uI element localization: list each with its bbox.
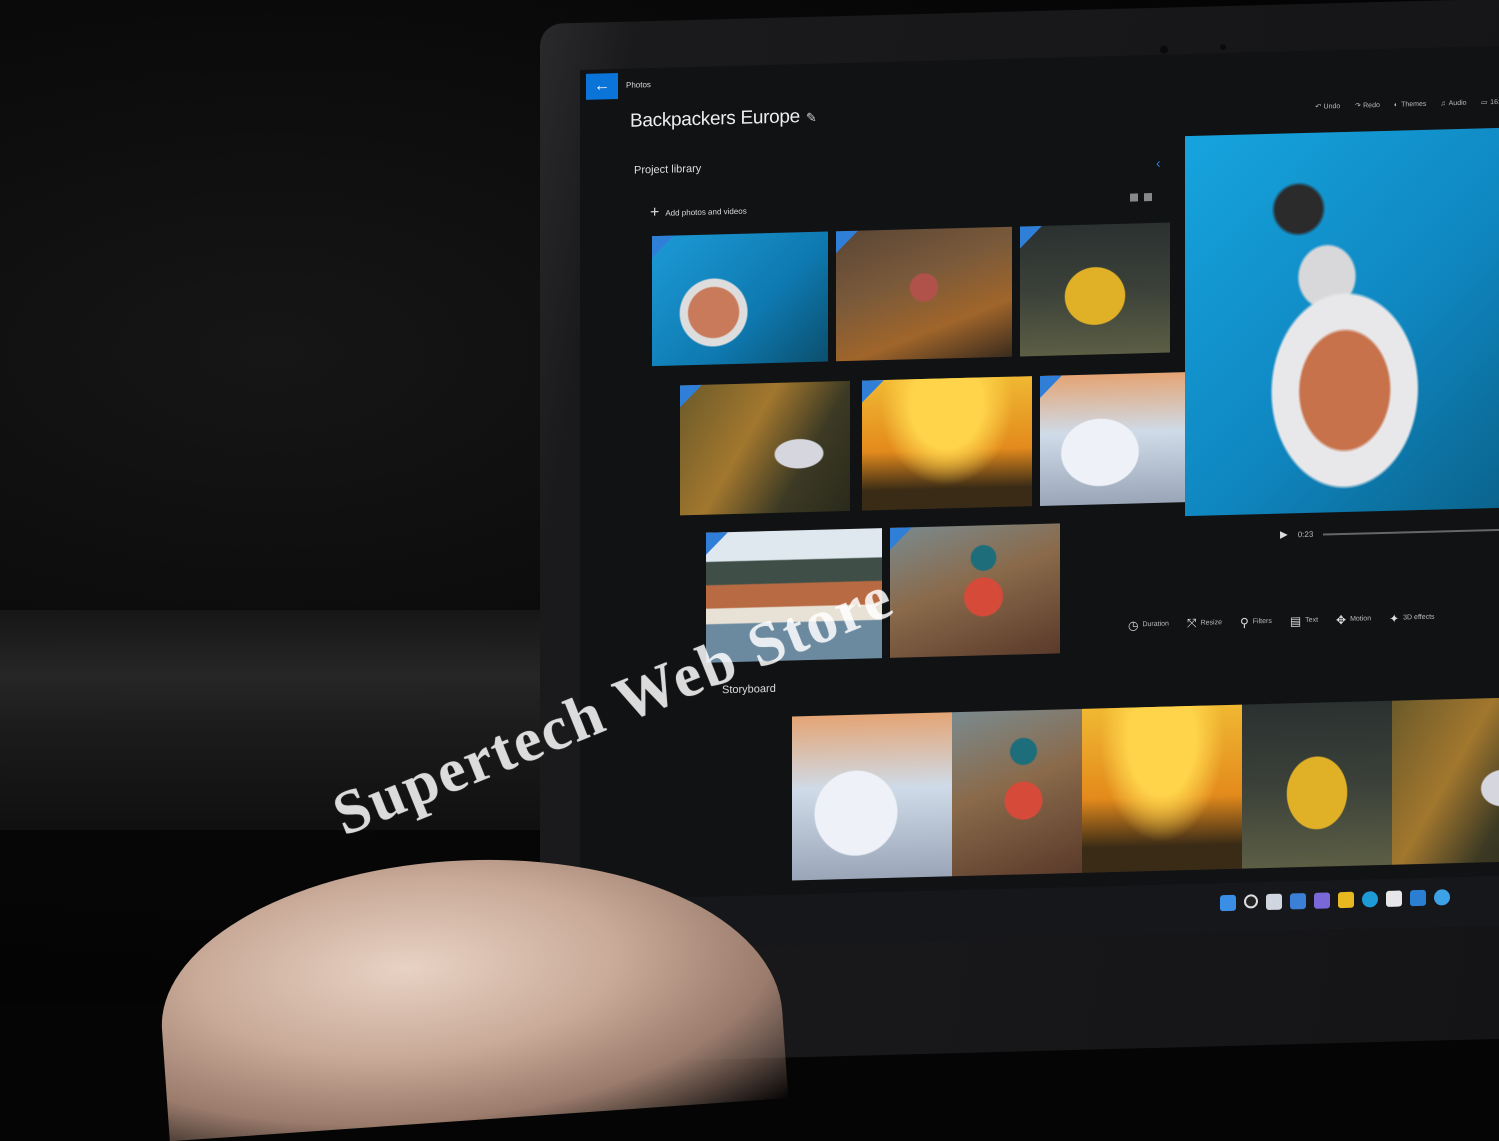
webcam-dot [1160, 45, 1168, 54]
project-title[interactable]: Backpackers Europe ✎ [630, 106, 817, 133]
undo-button[interactable]: ↶ Undo [1315, 102, 1341, 111]
storyboard-clip-forest[interactable] [1392, 696, 1499, 865]
sensor-dot [1220, 44, 1226, 51]
selected-corner [652, 235, 674, 259]
scrubber-track[interactable] [1323, 527, 1499, 536]
clock-icon: ◷ [1128, 617, 1139, 633]
plus-icon: + [650, 203, 660, 222]
motion-icon: ✥ [1336, 612, 1347, 627]
storyboard-clip-hiker[interactable] [952, 708, 1082, 877]
search-icon[interactable] [1244, 894, 1258, 909]
selected-corner [836, 230, 858, 254]
palette-icon: ◐ [1393, 101, 1399, 109]
library-photo-hiker[interactable] [890, 523, 1060, 658]
storyboard-clip-sunset[interactable] [1082, 704, 1242, 873]
selected-corner [1040, 375, 1062, 398]
start-icon[interactable] [1220, 894, 1236, 912]
redo-button[interactable]: ↷ Redo [1354, 101, 1380, 110]
resize-icon: ⤧ [1186, 615, 1197, 631]
selected-corner [706, 532, 728, 555]
selected-corner [680, 384, 702, 408]
3d-effects-button[interactable]: ✦ 3D effects [1389, 610, 1434, 626]
video-preview[interactable] [1185, 126, 1499, 517]
file-explorer-icon[interactable] [1338, 891, 1354, 909]
redo-icon: ↷ [1354, 102, 1361, 110]
aspect-ratio-button[interactable]: ▭16:9 Landscape [1480, 97, 1499, 107]
resize-button[interactable]: ⤧ Resize [1187, 615, 1222, 631]
library-photo-house[interactable] [836, 226, 1012, 362]
effects-icon: ✦ [1389, 611, 1400, 626]
store-icon[interactable] [1386, 890, 1402, 907]
undo-icon: ↶ [1314, 103, 1321, 111]
add-photos-label: Add photos and videos [665, 206, 747, 218]
storyboard-toolbar: ◷ Duration ⤧ Resize ⚲ Filters ▤ Text ✥ Motion… [1128, 610, 1435, 633]
list-view-icon[interactable] [1130, 193, 1138, 202]
audio-icon: ♫ [1440, 99, 1446, 107]
mail-icon[interactable] [1410, 889, 1426, 907]
filters-button[interactable]: ⚲ Filters [1240, 614, 1272, 630]
project-library-title: Project library [634, 162, 702, 177]
widgets-icon[interactable] [1290, 892, 1306, 910]
photos-app-icon[interactable] [1434, 889, 1450, 906]
task-view-icon[interactable] [1266, 893, 1282, 911]
arrow-left-icon: ← [594, 77, 610, 95]
selected-corner [1020, 225, 1042, 249]
app-name: Photos [626, 80, 651, 90]
chevron-left-icon[interactable]: ‹ [1156, 155, 1161, 171]
text-button[interactable]: ▤ Text [1290, 613, 1318, 629]
storyboard-strip [792, 696, 1499, 881]
text-icon: ▤ [1289, 613, 1302, 628]
selected-corner [862, 380, 884, 403]
library-photo-forest[interactable] [680, 380, 850, 516]
aspect-ratio-icon: ▭ [1480, 99, 1488, 107]
back-button[interactable]: ← [586, 73, 618, 100]
library-photo-sunset[interactable] [862, 376, 1032, 511]
themes-button[interactable]: ◐ Themes [1394, 100, 1427, 109]
view-toggles [1130, 193, 1152, 202]
play-icon[interactable]: ▶ [1280, 529, 1288, 540]
library-photo-bird[interactable] [652, 231, 828, 367]
library-photo-van[interactable] [1020, 222, 1170, 357]
selected-corner [890, 527, 912, 550]
playback-time: 0:23 [1297, 529, 1314, 540]
library-photo-snow[interactable] [1040, 372, 1190, 506]
teams-icon[interactable] [1314, 892, 1330, 909]
pencil-icon[interactable]: ✎ [806, 110, 817, 125]
motion-button[interactable]: ✥ Motion [1336, 611, 1371, 627]
project-title-text: Backpackers Europe [630, 106, 800, 132]
grid-view-icon[interactable] [1144, 193, 1152, 202]
storyboard-clip-van[interactable] [1242, 700, 1392, 869]
edge-icon[interactable] [1362, 891, 1378, 908]
audio-button[interactable]: ♫ Audio [1440, 99, 1466, 108]
editor-toolbar: ↶Undo ↷Redo ◐Themes ♫Audio ▭16:9 Landsca… [1315, 97, 1499, 111]
laptop-screen: ← Photos Backpackers Europe ✎ ↶ Undo ↷ Redo… [580, 44, 1499, 951]
duration-button[interactable]: ◷ Duration [1128, 617, 1169, 633]
taskbar-icons [1220, 889, 1450, 912]
filter-icon: ⚲ [1239, 614, 1249, 630]
storyboard-clip-snow[interactable] [792, 712, 952, 881]
playback-controls: ▶ 0:23 [1280, 523, 1499, 541]
add-photos-button[interactable]: + Add photos and videos [650, 202, 747, 223]
